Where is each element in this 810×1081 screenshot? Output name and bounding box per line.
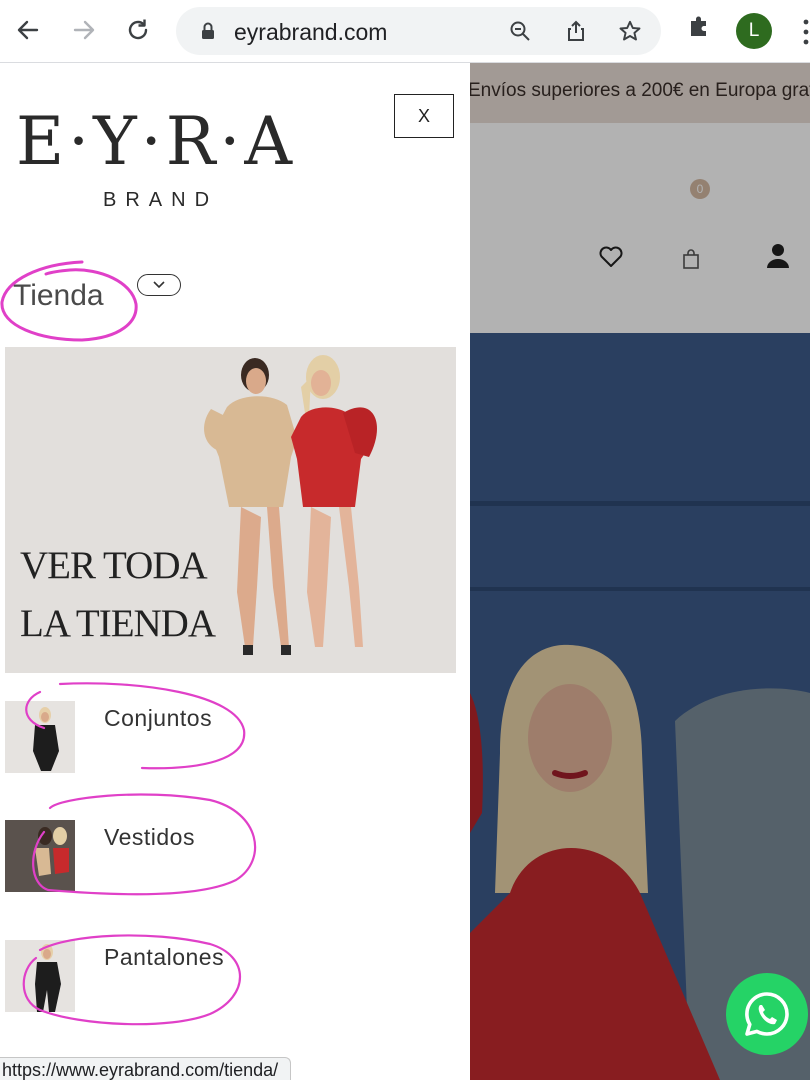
banner-line-2: LA TIENDA <box>20 602 216 645</box>
whatsapp-icon <box>745 992 789 1036</box>
brand-logo[interactable]: E·Y·R·A BRAND <box>16 103 316 213</box>
category-thumbnail <box>5 820 75 892</box>
section-tienda[interactable]: Tienda <box>13 279 104 313</box>
category-label: Conjuntos <box>104 705 213 731</box>
url-text: eyrabrand.com <box>234 19 388 45</box>
logo-wordmark: E·Y·R·A <box>16 103 297 180</box>
category-thumbnail <box>5 940 75 1012</box>
reload-button[interactable] <box>120 12 156 48</box>
address-bar[interactable]: eyrabrand.com <box>176 7 661 55</box>
back-icon <box>17 20 39 40</box>
forward-icon <box>73 20 95 40</box>
logo-subtitle: BRAND <box>103 189 219 211</box>
category-thumbnail <box>5 701 75 773</box>
category-item-vestidos[interactable]: Vestidos <box>5 820 305 892</box>
browser-toolbar: eyrabrand.com L <box>0 0 810 63</box>
category-item-conjuntos[interactable]: Conjuntos <box>5 701 305 773</box>
back-button[interactable] <box>10 12 46 48</box>
forward-button[interactable] <box>66 12 102 48</box>
puzzle-icon[interactable] <box>686 13 712 39</box>
side-drawer: E·Y·R·A BRAND X Tienda VER TODA LA TIEND… <box>0 63 470 1080</box>
lock-icon <box>202 22 214 39</box>
tienda-dropdown-toggle[interactable] <box>137 274 181 296</box>
chevron-down-icon <box>153 281 165 289</box>
zoom-icon[interactable] <box>508 19 532 43</box>
category-item-pantalones[interactable]: Pantalones <box>5 940 305 1012</box>
star-icon[interactable] <box>618 19 642 43</box>
share-icon[interactable] <box>564 19 588 43</box>
banner-line-1: VER TODA <box>20 544 208 587</box>
background-page: Envíos superiores a 200€ en Europa grati… <box>470 63 810 1080</box>
shop-all-banner[interactable]: VER TODA LA TIENDA <box>5 347 456 673</box>
status-link-preview: https://www.eyrabrand.com/tienda/ <box>0 1057 292 1080</box>
overlay-dim[interactable] <box>470 63 810 1080</box>
profile-avatar[interactable]: L <box>736 13 772 49</box>
category-label: Pantalones <box>104 944 225 970</box>
category-label: Vestidos <box>104 824 195 850</box>
banner-caption: VER TODA LA TIENDA <box>20 537 216 653</box>
more-icon[interactable] <box>798 18 810 46</box>
whatsapp-button[interactable] <box>726 973 808 1055</box>
reload-icon <box>128 19 148 40</box>
close-button[interactable]: X <box>394 94 454 138</box>
